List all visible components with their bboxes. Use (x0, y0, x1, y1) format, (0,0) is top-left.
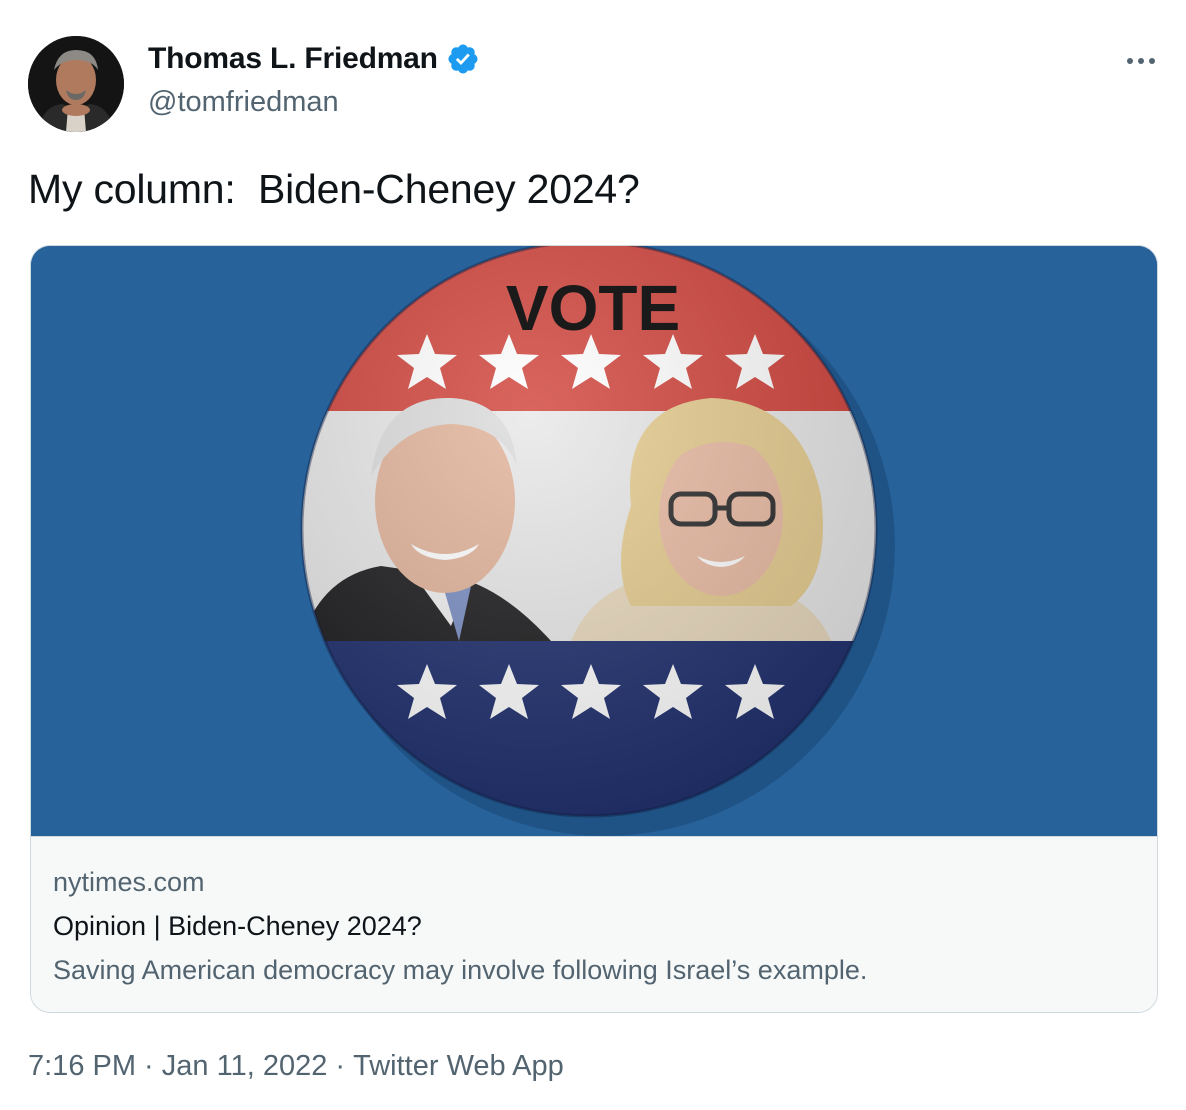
tweet-footer: 7:16 PM · Jan 11, 2022 · Twitter Web App (28, 1050, 564, 1083)
card-domain: nytimes.com (53, 867, 205, 897)
footer-separator: · (136, 1050, 162, 1082)
tweet-date[interactable]: Jan 11, 2022 (162, 1050, 328, 1083)
card-title: Opinion | Biden-Cheney 2024? (53, 911, 422, 941)
card-image: VOTE (31, 246, 1157, 836)
tweet-source[interactable]: Twitter Web App (353, 1050, 564, 1083)
author-display-name[interactable]: Thomas L. Friedman (148, 42, 438, 76)
avatar-photo (28, 36, 124, 132)
card-description: Saving American democracy may involve fo… (53, 955, 868, 985)
card-meta: nytimes.com Opinion | Biden-Cheney 2024?… (31, 836, 1157, 1012)
author-handle[interactable]: @tomfriedman (148, 86, 339, 119)
more-horizontal-icon (1127, 58, 1155, 64)
tweet-text: My column: Biden-Cheney 2024? (28, 166, 640, 212)
author-avatar[interactable] (28, 36, 124, 132)
verified-badge-icon (446, 42, 480, 76)
author-name-row: Thomas L. Friedman (148, 42, 480, 76)
more-options-button[interactable] (1124, 48, 1158, 74)
tweet-time[interactable]: 7:16 PM (28, 1050, 136, 1083)
link-preview-card[interactable]: VOTE nytimes.com Opinion | Biden-Cheney … (30, 245, 1158, 1013)
footer-separator: · (327, 1050, 354, 1082)
card-image-badge-text: VOTE (506, 272, 680, 344)
